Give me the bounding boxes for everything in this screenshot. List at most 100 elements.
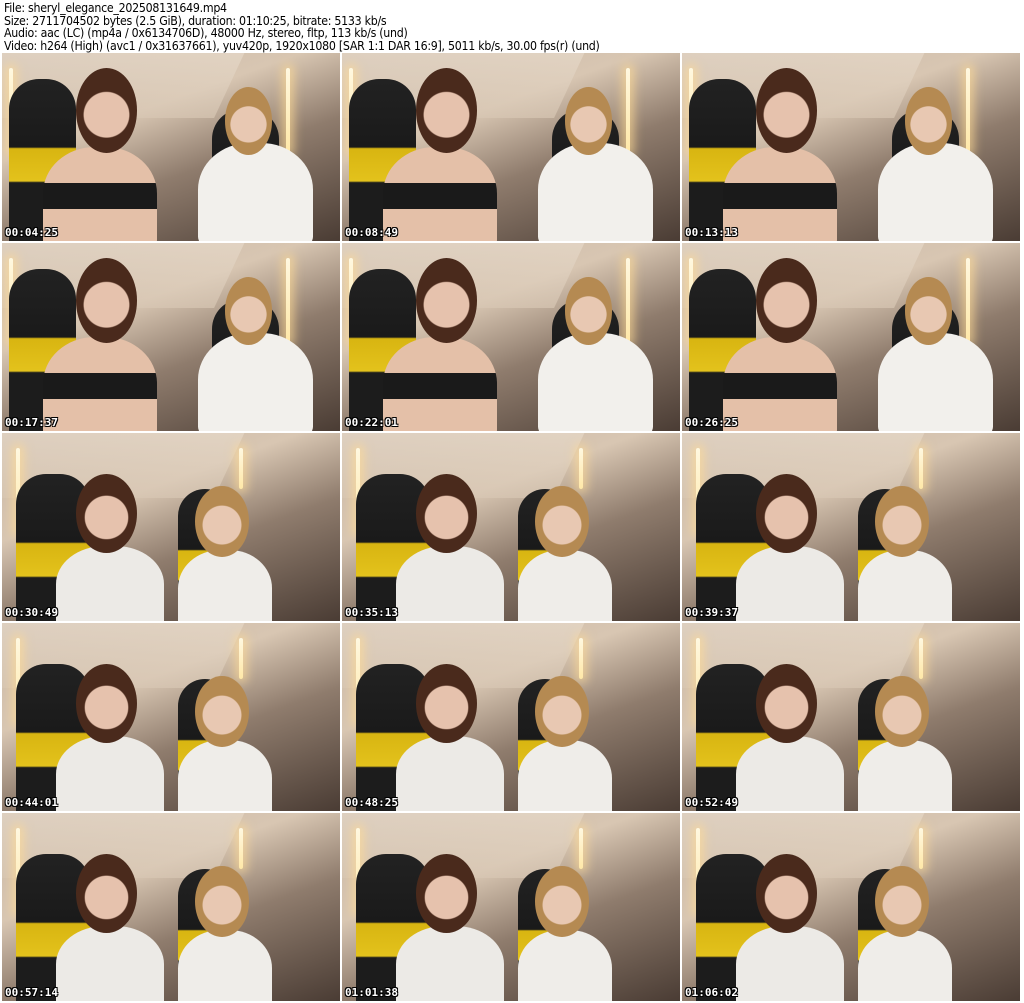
timestamp: 00:39:37 [685,606,738,619]
person-head [225,276,273,345]
person-head [756,664,818,744]
lamp [918,828,923,870]
video-thumbnail[interactable]: 00:04:25 [2,53,340,241]
person [517,739,613,811]
timestamp: 01:06:02 [685,986,738,999]
video-thumbnail[interactable]: 01:01:38 [342,813,680,1001]
person [396,925,505,1001]
lamp [965,258,970,343]
person-head [76,664,138,744]
person [42,337,158,431]
person-head [416,258,478,343]
person [878,143,993,241]
person-head [225,86,273,155]
person-head [76,474,138,554]
person [857,929,953,1001]
video-thumbnail[interactable]: 00:22:01 [342,243,680,431]
video-thumbnail[interactable]: 00:52:49 [682,623,1020,811]
lamp [285,68,290,153]
video-thumbnail[interactable]: 00:17:37 [2,243,340,431]
person-head [416,474,478,554]
person [736,925,845,1001]
timestamp: 00:57:14 [5,986,58,999]
person-head [76,854,138,934]
timestamp: 00:04:25 [5,226,58,239]
timestamp: 00:44:01 [5,796,58,809]
lamp [578,448,583,490]
video-thumbnail[interactable]: 00:13:13 [682,53,1020,241]
person-head [76,68,138,153]
lamp [965,68,970,153]
person [857,739,953,811]
lamp [238,448,243,490]
person-head [194,865,249,938]
lamp [918,638,923,680]
file-info-header: File: sheryl_elegance_202508131649.mp4 S… [4,2,600,52]
timestamp: 00:35:13 [345,606,398,619]
person-head [194,485,249,558]
file-name: File: sheryl_elegance_202508131649.mp4 [4,1,227,15]
lamp [918,448,923,490]
timestamp: 00:26:25 [685,416,738,429]
person [736,545,845,621]
person [56,925,165,1001]
video-thumbnail[interactable]: 00:26:25 [682,243,1020,431]
person-head [905,86,953,155]
video-thumbnail[interactable]: 01:06:02 [682,813,1020,1001]
person-head [534,485,589,558]
person [722,337,838,431]
timestamp: 00:52:49 [685,796,738,809]
video-thumbnail[interactable]: 00:08:49 [342,53,680,241]
person-head [416,68,478,153]
person [177,929,273,1001]
person-head [756,474,818,554]
person-head [534,865,589,938]
video-thumbnail[interactable]: 00:57:14 [2,813,340,1001]
person [517,549,613,621]
person [177,549,273,621]
person-head [565,276,613,345]
person-head [756,854,818,934]
person [857,549,953,621]
person [396,545,505,621]
person-head [756,68,818,153]
lamp [578,828,583,870]
person [42,147,158,241]
lamp [238,638,243,680]
lamp [625,68,630,153]
person [198,333,313,431]
person-head [874,675,929,748]
person-head [565,86,613,155]
lamp [285,258,290,343]
person [382,147,498,241]
lamp [238,828,243,870]
lamp [625,258,630,343]
person-head [874,485,929,558]
person [722,147,838,241]
timestamp: 00:22:01 [345,416,398,429]
video-thumbnail[interactable]: 00:44:01 [2,623,340,811]
video-thumbnail[interactable]: 00:30:49 [2,433,340,621]
video-thumbnail[interactable]: 00:35:13 [342,433,680,621]
person [382,337,498,431]
person-head [76,258,138,343]
person-head [194,675,249,748]
video-thumbnail[interactable]: 00:39:37 [682,433,1020,621]
person [396,735,505,811]
person [538,143,653,241]
person [736,735,845,811]
person-head [874,865,929,938]
lamp [578,638,583,680]
person [538,333,653,431]
person-head [756,258,818,343]
audio-info: Audio: aac (LC) (mp4a / 0x6134706D), 480… [4,26,408,40]
video-thumbnail[interactable]: 00:48:25 [342,623,680,811]
person-head [416,664,478,744]
video-info: Video: h264 (High) (avc1 / 0x31637661), … [4,38,600,53]
timestamp: 01:01:38 [345,986,398,999]
timestamp: 00:08:49 [345,226,398,239]
thumbnail-grid: 00:04:25 00:08:49 00:13:13 00:17:37 00:22:01… [2,53,1020,1001]
person [56,545,165,621]
person [878,333,993,431]
timestamp: 00:13:13 [685,226,738,239]
